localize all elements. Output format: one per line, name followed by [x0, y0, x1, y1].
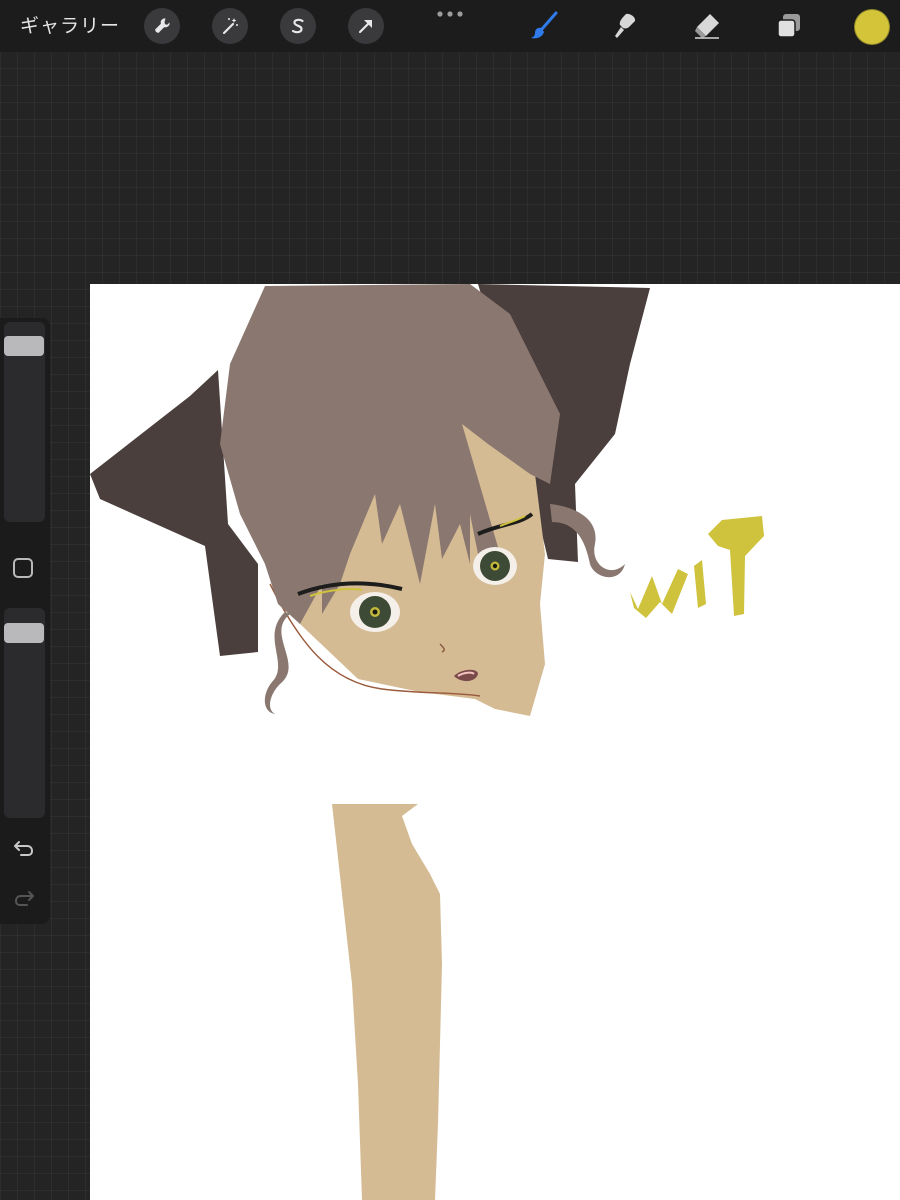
opacity-slider-thumb[interactable] [4, 622, 44, 643]
modify-button[interactable] [13, 558, 33, 578]
opacity-slider[interactable] [4, 608, 45, 818]
smudge-icon [615, 13, 636, 38]
top-toolbar: ギャラリー [0, 0, 900, 52]
move-arrow-icon [358, 20, 372, 34]
drawing-canvas[interactable] [90, 284, 900, 1200]
brush-icon [531, 11, 558, 39]
eraser-icon [695, 14, 719, 39]
layers-button[interactable] [771, 8, 807, 44]
brush-size-slider[interactable] [4, 322, 45, 522]
artwork [90, 284, 764, 1200]
magic-wand-icon [222, 18, 238, 35]
actions-button[interactable] [144, 8, 180, 44]
selection-s-icon [291, 18, 304, 34]
color-picker-button[interactable] [854, 9, 890, 45]
wrench-icon [155, 18, 170, 33]
eraser-tool-button[interactable] [689, 8, 725, 44]
brush-size-slider-thumb[interactable] [4, 336, 44, 357]
gallery-button[interactable]: ギャラリー [20, 11, 120, 41]
artwork-curl-left [264, 612, 290, 714]
redo-icon[interactable] [11, 883, 37, 909]
sidebar [0, 318, 50, 924]
layers-icon [777, 14, 800, 38]
more-dots-icon[interactable] [432, 4, 468, 24]
undo-icon[interactable] [11, 833, 37, 859]
paint-tool-button[interactable] [527, 8, 563, 44]
artwork-arm [332, 804, 442, 1200]
adjustments-button[interactable] [212, 8, 248, 44]
smudge-tool-button[interactable] [607, 8, 643, 44]
transform-button[interactable] [348, 8, 384, 44]
procreate-app: ギャラリー [0, 0, 900, 1200]
artwork-wip-lettering [630, 516, 764, 618]
selection-button[interactable] [280, 8, 316, 44]
